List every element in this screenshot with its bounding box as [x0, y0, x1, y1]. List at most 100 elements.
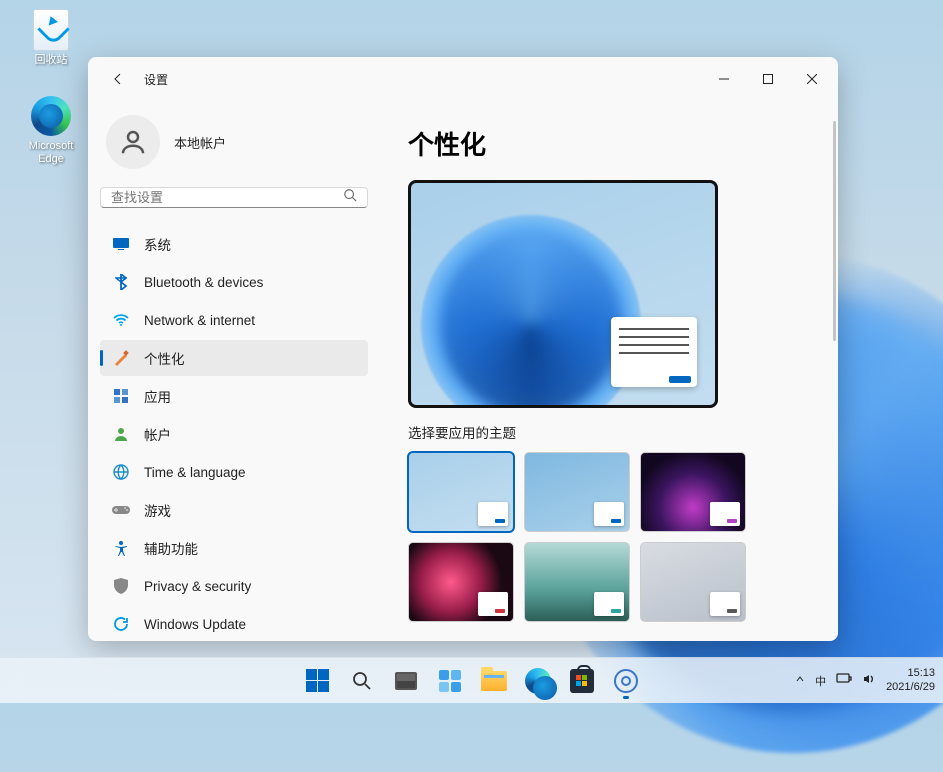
taskbar: 中 15:13 2021/6/29 [0, 657, 943, 703]
sidebar-item-label: 辅助功能 [144, 538, 198, 558]
theme-thumb-captured-teal[interactable] [524, 542, 630, 622]
sidebar-item-label: 个性化 [144, 348, 185, 368]
widgets[interactable] [430, 661, 470, 701]
search-icon [352, 671, 372, 691]
taskbar-center [298, 661, 646, 701]
sidebar-item-privacy[interactable]: Privacy & security [100, 568, 368, 604]
apps-icon [112, 387, 130, 405]
sidebar-item-label: Privacy & security [144, 579, 251, 594]
sidebar-item-personalization[interactable]: 个性化 [100, 340, 368, 376]
volume-icon[interactable] [862, 672, 876, 689]
system-tray[interactable]: 中 [795, 672, 876, 689]
update-icon [112, 615, 130, 633]
task-view[interactable] [386, 661, 426, 701]
desktop-icon-label: Microsoft Edge [16, 140, 86, 166]
bluetooth-icon [112, 273, 130, 291]
wifi-icon [112, 311, 130, 329]
sidebar: 本地帐户 系统 Bluetooth & devices Network & inte… [88, 101, 378, 641]
taskbar-right: 中 15:13 2021/6/29 [795, 667, 935, 695]
theme-preview-large [408, 180, 718, 408]
sidebar-item-update[interactable]: Windows Update [100, 606, 368, 641]
sidebar-item-label: 帐户 [144, 424, 171, 444]
folder-icon [481, 671, 507, 691]
file-explorer[interactable] [474, 661, 514, 701]
account-name: 本地帐户 [174, 133, 226, 152]
theme-thumb-bloom-blue[interactable] [524, 452, 630, 532]
content-area: 个性化 选择要应用的主题 [378, 101, 838, 641]
search-input[interactable] [111, 190, 343, 205]
search-icon [343, 188, 357, 207]
game-icon [112, 501, 130, 519]
desktop-icon-recycle-bin[interactable]: 回收站 [16, 10, 86, 67]
microsoft-store[interactable] [562, 661, 602, 701]
sidebar-item-label: 应用 [144, 386, 171, 406]
theme-mini-window [710, 592, 740, 616]
sidebar-item-label: Time & language [144, 465, 246, 480]
page-heading: 个性化 [408, 125, 818, 162]
sidebar-item-label: 游戏 [144, 500, 171, 520]
desktop-icon-edge[interactable]: Microsoft Edge [16, 96, 86, 166]
scrollbar[interactable] [833, 121, 836, 341]
taskbar-search[interactable] [342, 661, 382, 701]
theme-mini-window [594, 592, 624, 616]
titlebar[interactable]: 设置 [88, 57, 838, 101]
theme-thumb-sunrise-gray[interactable] [640, 542, 746, 622]
theme-section-label: 选择要应用的主题 [408, 422, 818, 442]
back-button[interactable] [104, 65, 132, 93]
preview-sample-window [611, 317, 697, 387]
globe-icon [112, 463, 130, 481]
sidebar-item-label: Bluetooth & devices [144, 275, 263, 290]
paint-icon [112, 349, 130, 367]
sidebar-item-time[interactable]: Time & language [100, 454, 368, 490]
theme-thumb-glow-purple[interactable] [640, 452, 746, 532]
clock-time: 15:13 [886, 667, 935, 681]
sidebar-item-bluetooth[interactable]: Bluetooth & devices [100, 264, 368, 300]
clock-date: 2021/6/29 [886, 681, 935, 695]
sidebar-item-label: Network & internet [144, 313, 255, 328]
desktop-icon-label: 回收站 [35, 54, 68, 67]
window-title: 设置 [144, 71, 168, 88]
settings-app[interactable] [606, 661, 646, 701]
theme-mini-window [710, 502, 740, 526]
theme-mini-window [594, 502, 624, 526]
microsoft-edge[interactable] [518, 661, 558, 701]
sidebar-item-accounts[interactable]: 帐户 [100, 416, 368, 452]
tray-chevron-icon[interactable] [795, 674, 805, 687]
widgets-icon [439, 670, 461, 692]
accessibility-icon [112, 539, 130, 557]
sidebar-item-system[interactable]: 系统 [100, 226, 368, 262]
search-box[interactable] [100, 187, 368, 208]
theme-mini-window [478, 502, 508, 526]
sidebar-item-label: Windows Update [144, 617, 246, 632]
store-icon [570, 669, 594, 693]
theme-mini-window [478, 592, 508, 616]
theme-thumb-flow-red[interactable] [408, 542, 514, 622]
shield-icon [112, 577, 130, 595]
theme-thumb-bloom-light[interactable] [408, 452, 514, 532]
edge-icon [31, 96, 71, 136]
sidebar-item-gaming[interactable]: 游戏 [100, 492, 368, 528]
start-icon [306, 669, 330, 693]
sidebar-item-label: 系统 [144, 234, 171, 254]
edge-icon [525, 668, 551, 694]
gear-icon [614, 669, 638, 693]
ime-indicator[interactable]: 中 [815, 673, 826, 689]
avatar-icon [106, 115, 160, 169]
sidebar-item-accessibility[interactable]: 辅助功能 [100, 530, 368, 566]
recycle-bin-icon [33, 9, 69, 51]
account-block[interactable]: 本地帐户 [100, 109, 368, 187]
taskbar-clock[interactable]: 15:13 2021/6/29 [886, 667, 935, 695]
maximize-button[interactable] [746, 64, 790, 94]
taskview-icon [395, 672, 417, 690]
accounts-icon [112, 425, 130, 443]
nav-list: 系统 Bluetooth & devices Network & internet 个… [100, 226, 368, 641]
sidebar-item-apps[interactable]: 应用 [100, 378, 368, 414]
minimize-button[interactable] [702, 64, 746, 94]
settings-window: 设置 本地帐户 系统 Bluetooth & devices Network & i… [88, 57, 838, 641]
theme-grid [408, 452, 818, 622]
sidebar-item-network[interactable]: Network & internet [100, 302, 368, 338]
start-button[interactable] [298, 661, 338, 701]
system-icon [112, 235, 130, 253]
close-button[interactable] [790, 64, 834, 94]
network-icon[interactable] [836, 672, 852, 689]
